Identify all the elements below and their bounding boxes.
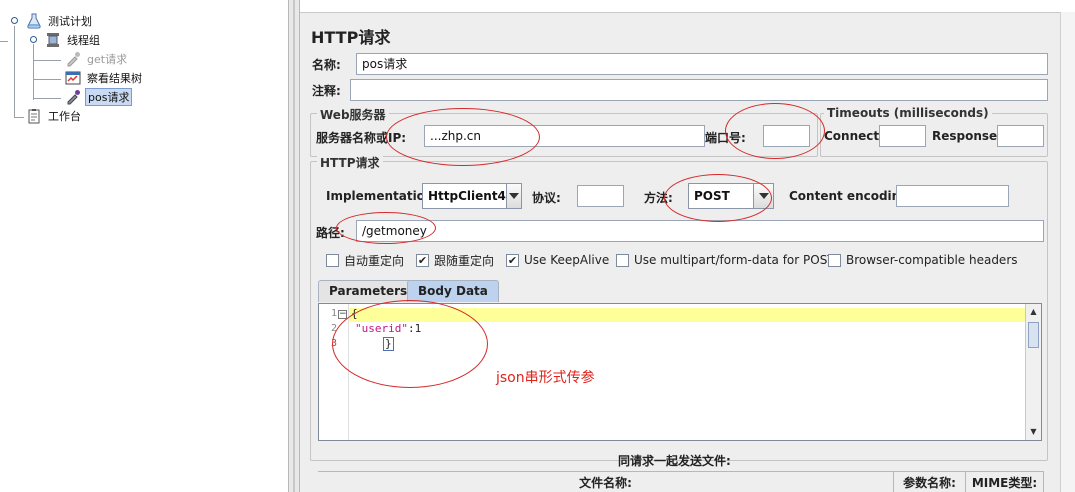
tree-item-label: 工作台 xyxy=(48,110,81,123)
http-request-panel: HTTP请求 名称: pos请求 注释: Web服务器 服务器名称或IP: ..… xyxy=(300,12,1060,492)
tree-item-label: 测试计划 xyxy=(48,15,92,28)
splitter-handle[interactable] xyxy=(288,0,300,492)
tree-item-label: pos请求 xyxy=(85,88,133,106)
tree-connector xyxy=(33,98,61,99)
http-request-legend: HTTP请求 xyxy=(317,154,383,171)
tree-item-label: 线程组 xyxy=(67,34,100,47)
annotation-circle-port xyxy=(725,103,825,159)
checkbox-box xyxy=(616,253,629,267)
response-timeout-field[interactable] xyxy=(997,125,1044,147)
splitter-grip xyxy=(293,0,295,492)
test-plan-tree[interactable]: 测试计划 线程组 get请求 察看结果树 pos请求 工作台 xyxy=(0,0,288,492)
editor-scrollbar[interactable]: ▲ ▼ xyxy=(1025,304,1041,440)
scroll-thumb[interactable] xyxy=(1028,322,1039,348)
checkbox-label: 自动重定向 xyxy=(344,253,405,268)
tree-connector xyxy=(33,79,61,80)
comment-field[interactable] xyxy=(350,79,1048,101)
implementation-value: HttpClient4 xyxy=(423,184,506,208)
content-encoding-label: Content encoding: xyxy=(789,189,914,203)
line-number: 1 xyxy=(330,308,337,319)
chevron-down-icon[interactable] xyxy=(505,184,521,208)
name-field[interactable]: pos请求 xyxy=(356,53,1048,75)
browser-compatible-checkbox[interactable]: Browser-compatible headers xyxy=(828,251,1018,269)
scroll-up-icon[interactable]: ▲ xyxy=(1028,306,1039,317)
tree-item-test-plan[interactable]: 测试计划 xyxy=(26,12,94,30)
pipette-icon xyxy=(65,89,81,105)
annotation-circle-body xyxy=(332,300,488,388)
scroll-down-icon[interactable]: ▼ xyxy=(1028,426,1039,437)
spool-icon xyxy=(45,32,61,48)
check-icon: ✔ xyxy=(416,253,429,267)
flask-icon xyxy=(26,13,42,29)
annotation-text: json串形式传参 xyxy=(496,370,595,386)
content-encoding-field[interactable] xyxy=(896,185,1009,207)
annotation-circle-path xyxy=(336,212,436,244)
tree-item-label: 察看结果树 xyxy=(87,72,142,85)
timeouts-legend: Timeouts (milliseconds) xyxy=(824,106,992,120)
annotation-circle-method xyxy=(664,174,772,222)
checkbox-box xyxy=(326,253,339,267)
tree-connector xyxy=(33,44,34,100)
tree-item-get-request[interactable]: get请求 xyxy=(65,50,129,68)
name-label: 名称: xyxy=(312,58,341,72)
web-server-legend: Web服务器 xyxy=(317,106,389,123)
files-col-filename[interactable]: 文件名称: xyxy=(318,471,894,492)
tree-connector xyxy=(14,117,24,118)
tree-item-thread-group[interactable]: 线程组 xyxy=(45,31,102,49)
tab-parameters[interactable]: Parameters xyxy=(318,280,419,302)
checkbox-label: Use KeepAlive xyxy=(524,253,610,267)
response-label: Response: xyxy=(932,129,1002,143)
multipart-checkbox[interactable]: Use multipart/form-data for POST xyxy=(616,251,835,269)
tree-connector xyxy=(33,60,61,61)
connect-timeout-field[interactable] xyxy=(879,125,926,147)
checkbox-label: 跟随重定向 xyxy=(434,253,495,268)
pipette-icon xyxy=(65,51,81,67)
tree-results-icon xyxy=(65,70,81,86)
files-section-title: 同请求一起发送文件: xyxy=(618,454,731,468)
files-col-mime-type[interactable]: MIME类型: xyxy=(966,471,1044,492)
tree-item-workbench[interactable]: 工作台 xyxy=(26,107,83,125)
expand-toggle-icon[interactable] xyxy=(30,36,37,43)
tree-item-label: get请求 xyxy=(87,53,128,66)
tree-item-pos-request[interactable]: pos请求 xyxy=(65,88,133,106)
tree-item-view-results-tree[interactable]: 察看结果树 xyxy=(65,69,144,87)
checkbox-box xyxy=(828,253,841,267)
protocol-label: 协议: xyxy=(532,191,561,205)
expand-toggle-icon[interactable] xyxy=(11,17,18,24)
checkbox-label: Browser-compatible headers xyxy=(846,253,1018,267)
protocol-field[interactable] xyxy=(577,185,624,207)
panel-right-edge xyxy=(1060,12,1075,492)
keepalive-checkbox[interactable]: ✔ Use KeepAlive xyxy=(506,251,609,269)
comment-label: 注释: xyxy=(312,84,341,98)
tab-body-data[interactable]: Body Data xyxy=(407,280,499,302)
path-field[interactable]: /getmoney xyxy=(356,220,1044,242)
auto-redirect-checkbox[interactable]: 自动重定向 xyxy=(326,251,404,269)
connect-label: Connect: xyxy=(824,129,884,143)
implementation-select[interactable]: HttpClient4 xyxy=(422,183,522,209)
page-title: HTTP请求 xyxy=(311,28,391,47)
check-icon: ✔ xyxy=(506,253,519,267)
tree-connector xyxy=(14,26,15,118)
tree-connector xyxy=(0,41,8,42)
annotation-circle-server xyxy=(386,108,540,166)
checkbox-label: Use multipart/form-data for POST xyxy=(634,253,835,267)
follow-redirect-checkbox[interactable]: ✔ 跟随重定向 xyxy=(416,251,494,269)
files-col-param-name[interactable]: 参数名称: xyxy=(894,471,966,492)
clipboard-icon xyxy=(26,108,42,124)
